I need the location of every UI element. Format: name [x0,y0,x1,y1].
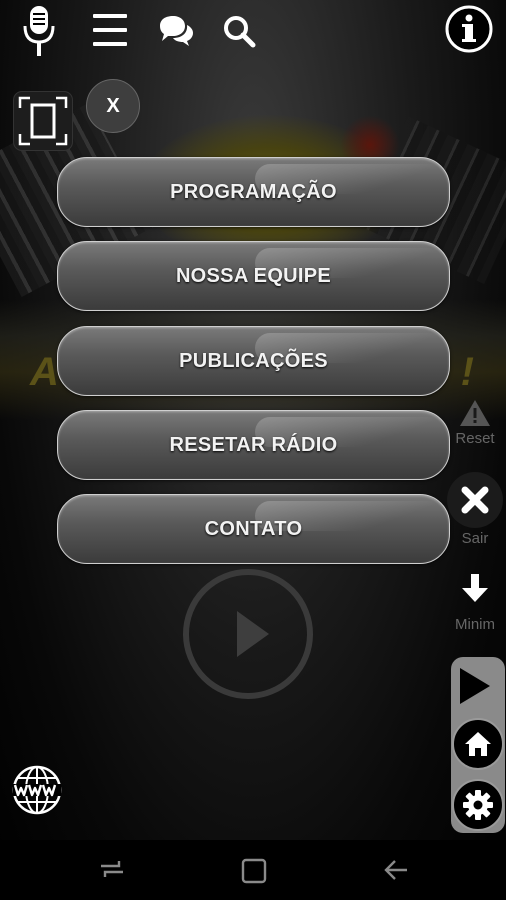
menu-item-label: RESETAR RÁDIO [169,433,338,456]
chat-bubbles-icon[interactable] [158,14,194,48]
menu-item-label: PROGRAMAÇÃO [170,180,337,203]
menu-item-resetar-radio[interactable]: RESETAR RÁDIO [57,410,450,480]
menu-item-nossa-equipe[interactable]: NOSSA EQUIPE [57,241,450,311]
gear-icon [463,790,493,820]
menu-item-publicacoes[interactable]: PUBLICAÇÕES [57,326,450,396]
arrow-down-icon [462,574,488,602]
exit-label: Sair [461,530,489,547]
menu-item-label: CONTATO [204,517,303,540]
play-icon [460,668,490,704]
settings-button[interactable] [452,779,504,831]
play-button[interactable] [183,569,313,699]
top-toolbar [0,0,506,60]
menu-item-label: PUBLICAÇÕES [179,349,328,372]
exit-button[interactable]: Sair [446,472,504,547]
close-menu-button[interactable]: X [86,79,140,133]
recent-apps-icon[interactable] [99,858,125,885]
home-button[interactable] [452,718,504,770]
search-icon[interactable] [222,14,256,48]
android-nav-bar [0,840,506,900]
hamburger-menu-icon[interactable] [92,12,128,48]
reset-button[interactable]: Reset [446,398,504,447]
dock-play-button[interactable] [454,664,494,713]
website-globe-icon[interactable] [11,764,63,821]
fullscreen-toggle-button[interactable] [14,92,72,150]
reset-label: Reset [455,430,495,447]
menu-item-label: NOSSA EQUIPE [175,264,332,287]
menu-item-programacao[interactable]: PROGRAMAÇÃO [57,157,450,227]
play-icon [237,611,269,657]
back-nav-icon[interactable] [383,858,409,887]
menu-item-contato[interactable]: CONTATO [57,494,450,564]
microphone-icon[interactable] [22,4,56,58]
warning-icon [460,400,490,426]
info-icon[interactable] [444,4,494,54]
close-x-icon [461,486,489,514]
home-nav-icon[interactable] [241,858,267,889]
home-icon [465,732,491,756]
frame-icon [18,96,68,146]
banner-right-glyph: ! [460,350,476,394]
minimize-button[interactable]: Minim [446,572,504,633]
minimize-label: Minim [455,616,495,633]
